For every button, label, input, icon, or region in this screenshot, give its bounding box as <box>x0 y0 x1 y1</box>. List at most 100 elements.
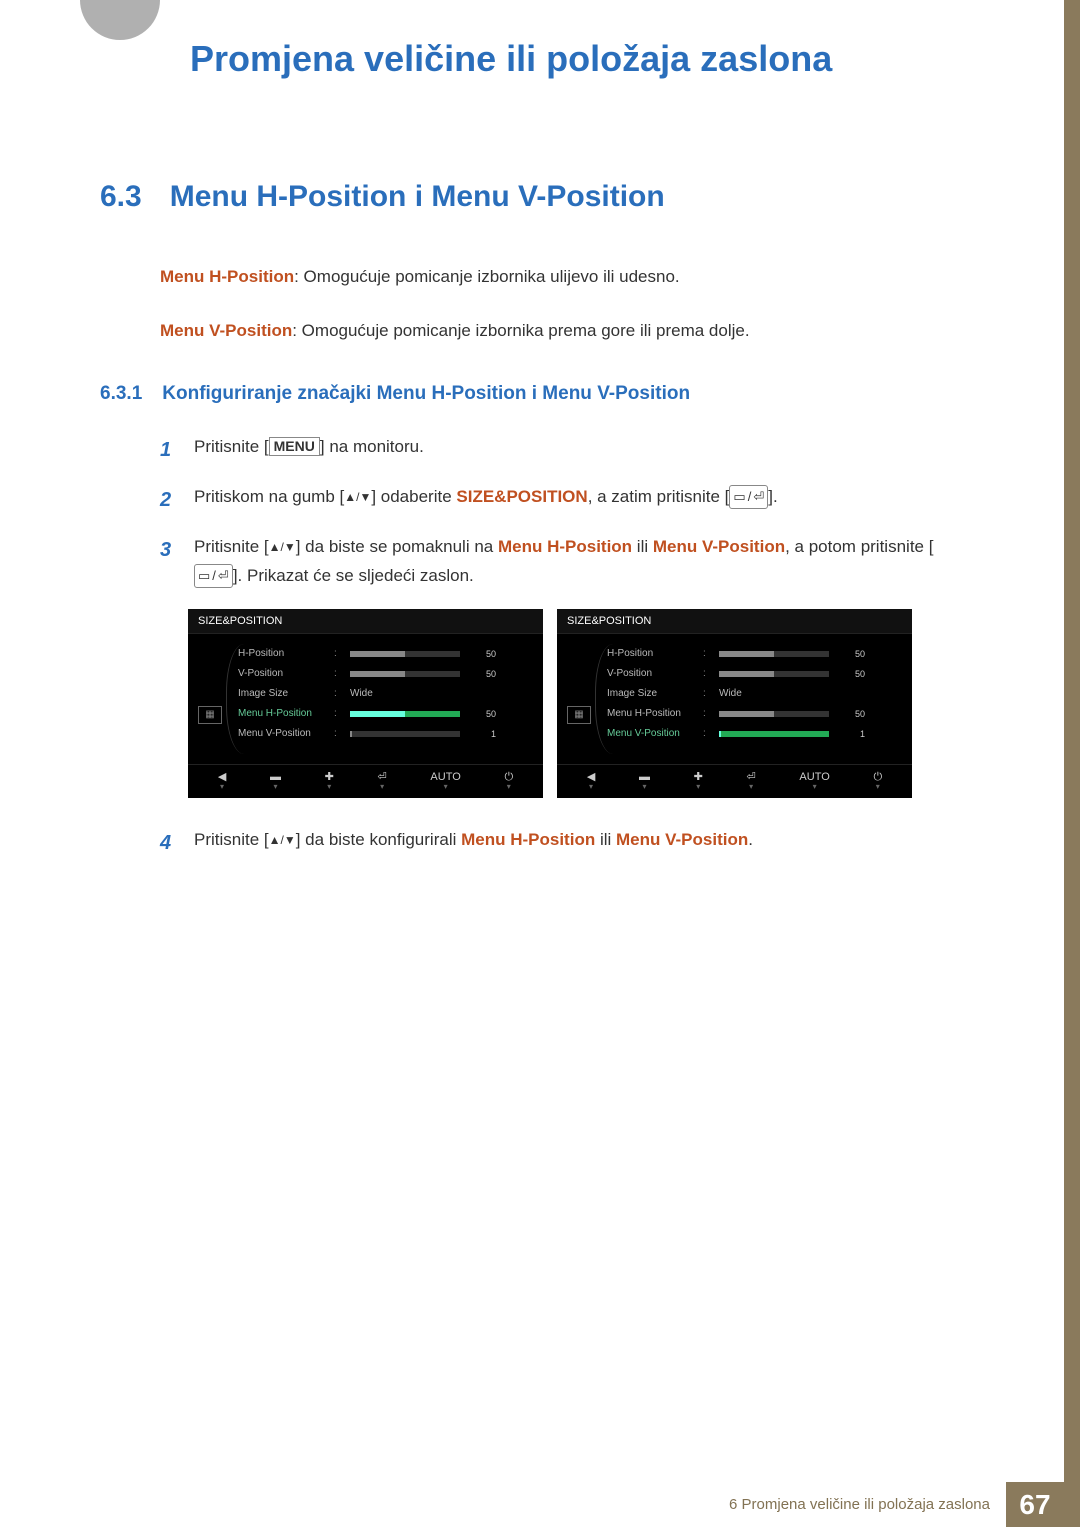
osd-enter-icon: ⏎▾ <box>747 771 756 792</box>
step-number: 3 <box>160 533 176 591</box>
osd-category-icon: ▦ <box>567 706 591 724</box>
source-enter-icon: ▭/⏎ <box>729 485 768 509</box>
osd-row-value: 50 <box>466 709 496 719</box>
menu-button-label: MENU <box>269 437 320 456</box>
osd-row: Menu H-Position:50 <box>607 704 902 724</box>
subsection-title: Konfiguriranje značajki Menu H-Position … <box>162 383 690 405</box>
enter-icon: ⏎ <box>218 565 229 587</box>
step-3: 3 Pritisnite [▲/▼] da biste se pomaknuli… <box>160 533 970 591</box>
osd-auto-label: AUTO▾ <box>799 771 829 792</box>
section-number: 6.3 <box>100 180 142 214</box>
osd-row-label: V-Position <box>238 668 328 679</box>
enter-icon: ⏎ <box>753 486 764 508</box>
osd-curve-decor <box>595 644 613 754</box>
osd-row: Menu V-Position: 1 <box>238 724 533 744</box>
osd-row-value: Wide <box>719 688 742 699</box>
osd-slider <box>719 731 829 737</box>
osd-row-value: 50 <box>835 709 865 719</box>
osd-colon: : <box>703 708 713 719</box>
osd-plus-icon: ✚▾ <box>694 771 703 792</box>
osd-slider <box>350 651 460 657</box>
step-2: 2 Pritiskom na gumb [▲/▼] odaberite SIZE… <box>160 483 970 517</box>
osd-row: V-Position:50 <box>607 664 902 684</box>
osd-plus-icon: ✚▾ <box>325 771 334 792</box>
keyword: Menu H-Position <box>461 830 595 849</box>
osd-slider-fill <box>719 711 774 717</box>
osd-minus-icon: ▬▾ <box>639 771 650 792</box>
osd-row-value: 50 <box>835 669 865 679</box>
source-icon: ▭ <box>733 486 745 508</box>
subsection-number: 6.3.1 <box>100 383 142 405</box>
keyword: Menu H-Position <box>498 537 632 556</box>
osd-title: SIZE&POSITION <box>188 609 543 634</box>
osd-row-value: 1 <box>835 729 865 739</box>
step-4: 4 Pritisnite [▲/▼] da biste konfiguriral… <box>160 826 970 860</box>
source-enter-icon: ▭/⏎ <box>194 564 233 588</box>
osd-enter-icon: ⏎▾ <box>378 771 387 792</box>
step-1: 1 Pritisnite [MENU] na monitoru. <box>160 433 970 467</box>
osd-row-value: 50 <box>466 669 496 679</box>
osd-minus-icon: ▬▾ <box>270 771 281 792</box>
steps-list-cont: 4 Pritisnite [▲/▼] da biste konfiguriral… <box>160 826 970 860</box>
osd-slider <box>719 651 829 657</box>
step-text: Pritisnite [▲/▼] da biste se pomaknuli n… <box>194 533 970 591</box>
keyword: Menu V-Position <box>616 830 748 849</box>
desc-key: Menu V-Position <box>160 321 292 340</box>
osd-panel-right: SIZE&POSITION ▦ H-Position:50V-Position:… <box>557 609 912 798</box>
osd-row-value: 1 <box>466 729 496 739</box>
osd-row-value: Wide <box>350 688 373 699</box>
step-number: 4 <box>160 826 176 860</box>
subsection-heading: 6.3.1 Konfiguriranje značajki Menu H-Pos… <box>100 383 970 405</box>
osd-title: SIZE&POSITION <box>557 609 912 634</box>
osd-row-label: Menu V-Position <box>238 728 328 739</box>
step-number: 1 <box>160 433 176 467</box>
osd-curve-decor <box>226 644 244 754</box>
osd-slider-fill <box>350 671 405 677</box>
chapter-badge <box>80 0 160 40</box>
page-number: 67 <box>1006 1482 1064 1527</box>
source-icon: ▭ <box>198 565 210 587</box>
osd-slider-fill <box>350 711 405 717</box>
osd-colon: : <box>703 728 713 739</box>
osd-row-label: Menu H-Position <box>238 708 328 719</box>
osd-footer: ◀▾ ▬▾ ✚▾ ⏎▾ AUTO▾ ⏻▾ <box>188 764 543 798</box>
content-area: 6.3 Menu H-Position i Menu V-Position Me… <box>100 180 970 876</box>
osd-row: Menu V-Position:1 <box>607 724 902 744</box>
osd-slider <box>719 671 829 677</box>
osd-colon: : <box>334 688 344 699</box>
osd-body: ▦ H-Position:50V-Position:50Image Size:W… <box>557 634 912 764</box>
osd-row: V-Position: 50 <box>238 664 533 684</box>
osd-row-value: 50 <box>466 649 496 659</box>
keyword: SIZE&POSITION <box>456 487 587 506</box>
osd-slider-fill <box>719 671 774 677</box>
osd-body: ▦ H-Position:50V-Position:50Image Size:W… <box>188 634 543 764</box>
step-number: 2 <box>160 483 176 517</box>
section-heading: 6.3 Menu H-Position i Menu V-Position <box>100 180 970 214</box>
osd-colon: : <box>334 708 344 719</box>
up-down-icon: ▲/▼ <box>269 833 296 847</box>
osd-row-label: Image Size <box>607 688 697 699</box>
osd-colon: : <box>703 648 713 659</box>
osd-back-icon: ◀▾ <box>218 771 226 792</box>
footer-text: 6 Promjena veličine ili položaja zaslona <box>713 1482 1006 1527</box>
osd-slider <box>350 711 460 717</box>
osd-row: H-Position:50 <box>238 644 533 664</box>
chapter-title: Promjena veličine ili položaja zaslona <box>190 38 832 80</box>
osd-slider-fill <box>350 651 405 657</box>
osd-slider-fill <box>719 651 774 657</box>
osd-colon: : <box>334 728 344 739</box>
page-footer: 6 Promjena veličine ili položaja zaslona… <box>0 1482 1064 1527</box>
osd-panel-left: SIZE&POSITION ▦ H-Position:50V-Position:… <box>188 609 543 798</box>
osd-colon: : <box>334 668 344 679</box>
side-stripe <box>1064 0 1080 1527</box>
osd-slider-fill <box>719 731 721 737</box>
step-text: Pritisnite [MENU] na monitoru. <box>194 433 424 467</box>
osd-colon: : <box>703 668 713 679</box>
desc-key: Menu H-Position <box>160 267 294 286</box>
desc-v-position: Menu V-Position: Omogućuje pomicanje izb… <box>160 318 970 344</box>
osd-row: H-Position:50 <box>607 644 902 664</box>
osd-slider <box>719 711 829 717</box>
osd-row-value: 50 <box>835 649 865 659</box>
section-title: Menu H-Position i Menu V-Position <box>170 180 665 214</box>
up-down-icon: ▲/▼ <box>344 490 371 504</box>
